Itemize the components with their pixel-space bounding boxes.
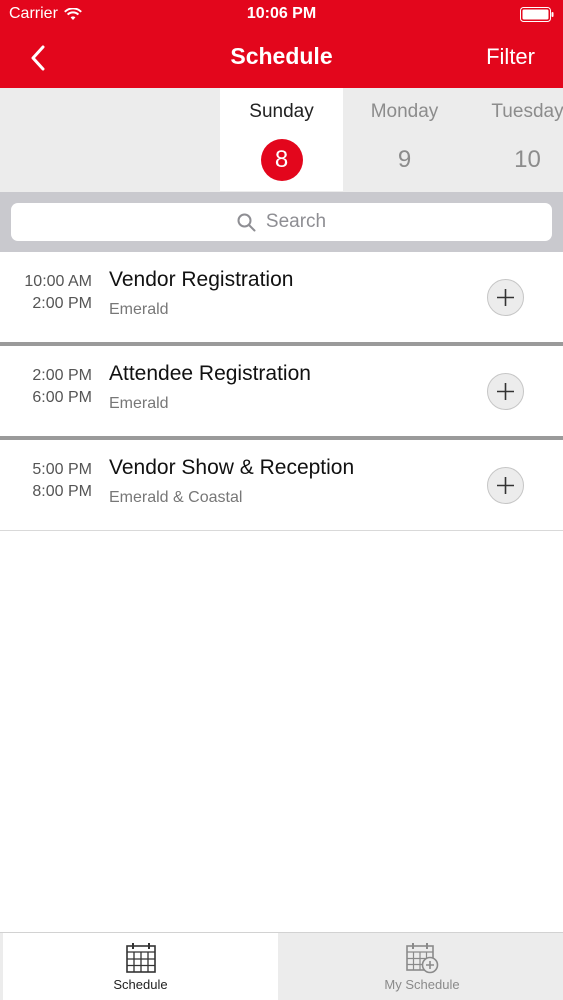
day-number: 9 [397,146,412,173]
day-name: Monday [370,101,439,122]
page-title: Schedule [230,43,333,69]
event-location: Emerald [109,301,169,318]
event-title: Vendor Registration [109,268,294,291]
event-title: Attendee Registration [109,362,311,385]
plus-icon [497,289,514,306]
event-row[interactable]: 5:00 PM 8:00 PM Vendor Show & Reception … [0,440,563,530]
event-location: Emerald [109,395,169,412]
event-times: 10:00 AM 2:00 PM [0,271,92,315]
search-placeholder: Search [265,211,327,232]
tab-label: Schedule [113,977,168,992]
day-number: 10 [514,146,541,173]
day-number: 8 [260,139,303,181]
search-icon [237,213,256,231]
filter-button[interactable]: Filter [486,44,535,70]
day-tab-sunday[interactable]: Sunday 8 [220,88,343,191]
add-to-schedule-button[interactable] [487,279,524,316]
event-location: Emerald & Coastal [109,489,243,506]
day-selector: Sunday 8 Monday 9 Tuesday 10 [0,88,563,192]
add-to-schedule-button[interactable] [487,373,524,410]
tab-bar: Schedule My Schedule [0,932,563,1000]
top-bar: Carrier 10:06 PM Schedule Filter [0,0,563,88]
status-bar: Carrier 10:06 PM [0,0,563,30]
event-end-time: 2:00 PM [32,295,92,312]
event-times: 2:00 PM 6:00 PM [0,365,92,409]
day-name: Tuesday [491,101,563,122]
day-tab-monday[interactable]: Monday 9 [343,88,466,191]
tab-schedule[interactable]: Schedule [3,933,278,1000]
nav-bar: Schedule Filter [0,30,563,88]
event-start-time: 5:00 PM [32,461,92,478]
tab-label: My Schedule [384,977,460,992]
event-row[interactable]: 2:00 PM 6:00 PM Attendee Registration Em… [0,346,563,436]
calendar-grid-icon [125,943,156,973]
event-title: Vendor Show & Reception [109,456,355,479]
day-tab-tuesday[interactable]: Tuesday 10 [466,88,563,191]
event-row[interactable]: 10:00 AM 2:00 PM Vendor Registration Eme… [0,252,563,342]
event-times: 5:00 PM 8:00 PM [0,459,92,503]
event-list: 10:00 AM 2:00 PM Vendor Registration Eme… [0,252,563,531]
day-name: Sunday [249,101,314,122]
tab-my-schedule[interactable]: My Schedule [281,933,563,1000]
plus-icon [497,383,514,400]
event-end-time: 6:00 PM [32,389,92,406]
battery-icon [520,7,554,22]
event-start-time: 2:00 PM [32,367,92,384]
search-input[interactable]: Search [11,203,552,241]
search-bar-container: Search [0,192,563,252]
plus-icon [497,477,514,494]
calendar-add-icon [406,943,439,974]
event-end-time: 8:00 PM [32,483,92,500]
row-divider [0,530,563,531]
event-start-time: 10:00 AM [24,273,92,290]
add-to-schedule-button[interactable] [487,467,524,504]
status-time: 10:06 PM [246,5,317,22]
